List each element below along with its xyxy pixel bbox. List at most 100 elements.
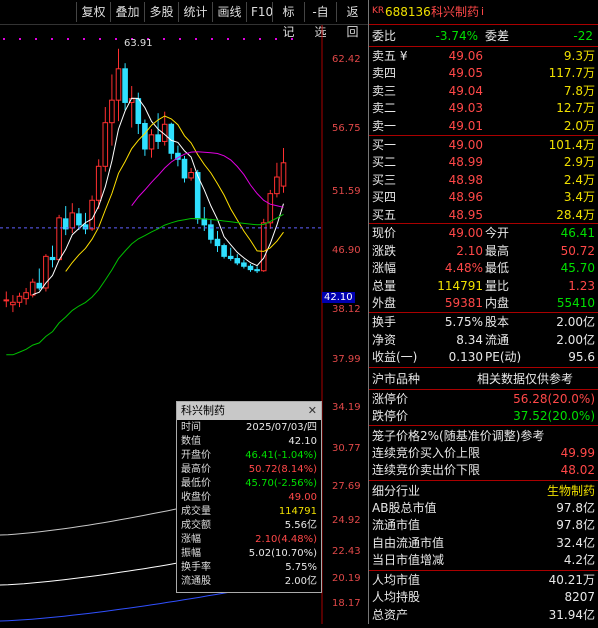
price-axis-label: 27.69	[332, 481, 361, 492]
tooltip-key: 振幅	[181, 548, 201, 559]
toolbar-button-statistics[interactable]: 统计	[178, 2, 212, 22]
ask-price: 49.06	[448, 49, 483, 63]
toolbar-button-overlay[interactable]: 叠加	[110, 2, 144, 22]
weicha-label: 委差	[485, 29, 510, 43]
industry-label: 细分行业	[372, 484, 421, 498]
quote-label: 涨跌	[372, 243, 397, 258]
cage-label: 连续竞价卖出价下限	[372, 463, 481, 477]
toolbar-button-back[interactable]: 返回	[336, 2, 368, 39]
bid-price: 48.99	[448, 155, 483, 170]
stats-label: 股本	[485, 315, 510, 329]
tooltip-value: 2025/07/03/四	[245, 422, 317, 433]
ask-label: 卖四	[372, 66, 397, 81]
info-icon[interactable]: i	[481, 4, 484, 20]
candle-body	[16, 295, 23, 303]
candle-body	[227, 255, 234, 260]
per-capita-value: 31.94亿	[548, 607, 595, 622]
top-marker-dot	[115, 38, 117, 40]
per-capita-value: 8207	[564, 590, 595, 605]
candle-body	[135, 98, 142, 124]
toolbar-button-multi-stock[interactable]: 多股	[144, 2, 178, 22]
top-marker-dot	[51, 38, 53, 40]
stock-name: 科兴制药	[431, 5, 480, 19]
candle-body	[3, 299, 10, 302]
stats-value: 2.00亿	[556, 332, 595, 347]
stats-label: 净资	[372, 332, 397, 347]
tooltip-row: 数值 42.10	[177, 436, 321, 448]
candle-body	[181, 158, 188, 179]
quote-value: 55410	[556, 296, 595, 311]
quote-value: 2.10	[456, 243, 483, 258]
tooltip-row: 成交量 114791	[177, 506, 321, 518]
close-icon[interactable]: ✕	[308, 404, 317, 417]
per-capita-value: 40.21万	[548, 573, 595, 587]
stats-label: 收益(一)	[372, 350, 418, 365]
cap-value: 4.2亿	[563, 553, 595, 568]
stats-value: 5.75%	[444, 315, 483, 329]
ask-volume: 12.7万	[556, 101, 595, 116]
price-axis-label: 20.19	[332, 573, 361, 584]
toolbar-button-draw-line[interactable]: 画线	[212, 2, 246, 22]
cap-value: 97.8亿	[556, 518, 595, 533]
price-axis-label: 38.12	[332, 304, 361, 315]
bid-volume: 28.4万	[556, 207, 595, 222]
quote-value: 50.72	[560, 243, 595, 258]
toolbar-button-mark[interactable]: 标记	[272, 2, 304, 39]
price-axis-label: 37.99	[332, 354, 361, 365]
toolbar-button-fuquan[interactable]: 复权	[76, 2, 110, 22]
cap-label: AB股总市值	[372, 501, 437, 515]
stats-label: PE(动)	[485, 350, 522, 365]
divider	[369, 223, 598, 224]
industry-value[interactable]: 生物制药	[489, 483, 595, 499]
price-axis-label: 22.43	[332, 546, 361, 557]
quote-label: 涨幅	[372, 261, 397, 276]
bid-price: 48.96	[448, 190, 483, 205]
candle-body	[148, 134, 155, 150]
ask-label: 卖五 ¥	[372, 49, 408, 63]
top-marker-dot	[291, 38, 293, 40]
candle-body	[142, 122, 148, 150]
ask-label: 卖一	[372, 118, 397, 133]
quote-label: 内盘	[485, 296, 510, 311]
candle-body	[115, 68, 122, 101]
toolbar-button-f10[interactable]: F10	[246, 2, 273, 22]
quote-value: 46.41	[560, 226, 595, 240]
tooltip-value: 5.75%	[285, 562, 317, 573]
tooltip-key: 时间	[181, 422, 201, 433]
candle-body	[254, 269, 260, 272]
cage-value: 48.02	[560, 463, 595, 477]
ask-price: 49.01	[448, 118, 483, 133]
cage-value: 49.99	[560, 446, 595, 460]
top-marker-dot	[83, 38, 85, 40]
bid-label: 买三	[372, 172, 397, 187]
board-note: 相关数据仅供参考	[477, 372, 574, 386]
tooltip-key: 最低价	[181, 478, 211, 489]
quote-label: 最高	[485, 243, 510, 258]
tooltip-value: 5.02(10.70%)	[248, 548, 317, 559]
tooltip-title: 科兴制药	[177, 402, 321, 420]
candle-body	[95, 165, 102, 201]
quote-label: 总量	[372, 278, 397, 293]
stats-label: 流通	[485, 332, 510, 347]
top-marker-dot	[179, 38, 181, 40]
tooltip-key: 成交额	[181, 520, 211, 531]
ask-price: 49.03	[448, 101, 483, 116]
candle-body	[221, 245, 227, 257]
top-marker-dot	[195, 38, 197, 40]
cap-label: 自由流通市值	[372, 535, 445, 550]
top-marker-dot	[259, 38, 261, 40]
per-capita-label: 总资产	[372, 607, 409, 622]
candle-body	[69, 212, 76, 229]
ask-volume: 2.0万	[563, 118, 595, 133]
top-marker-dot	[211, 38, 213, 40]
tooltip-row: 收盘价 49.00	[177, 492, 321, 504]
candle-body	[214, 238, 221, 247]
tooltip-key: 流通股	[181, 576, 211, 587]
bid-label: 买五	[372, 207, 397, 222]
bid-label: 买二	[372, 155, 397, 170]
tooltip-row: 成交额 5.56亿	[177, 520, 321, 532]
toolbar-button-watchlist[interactable]: -自选	[304, 2, 336, 39]
candle-body	[76, 213, 82, 226]
bid-price: 48.95	[448, 207, 483, 222]
tooltip-value: 2.10(4.48%)	[255, 534, 317, 545]
